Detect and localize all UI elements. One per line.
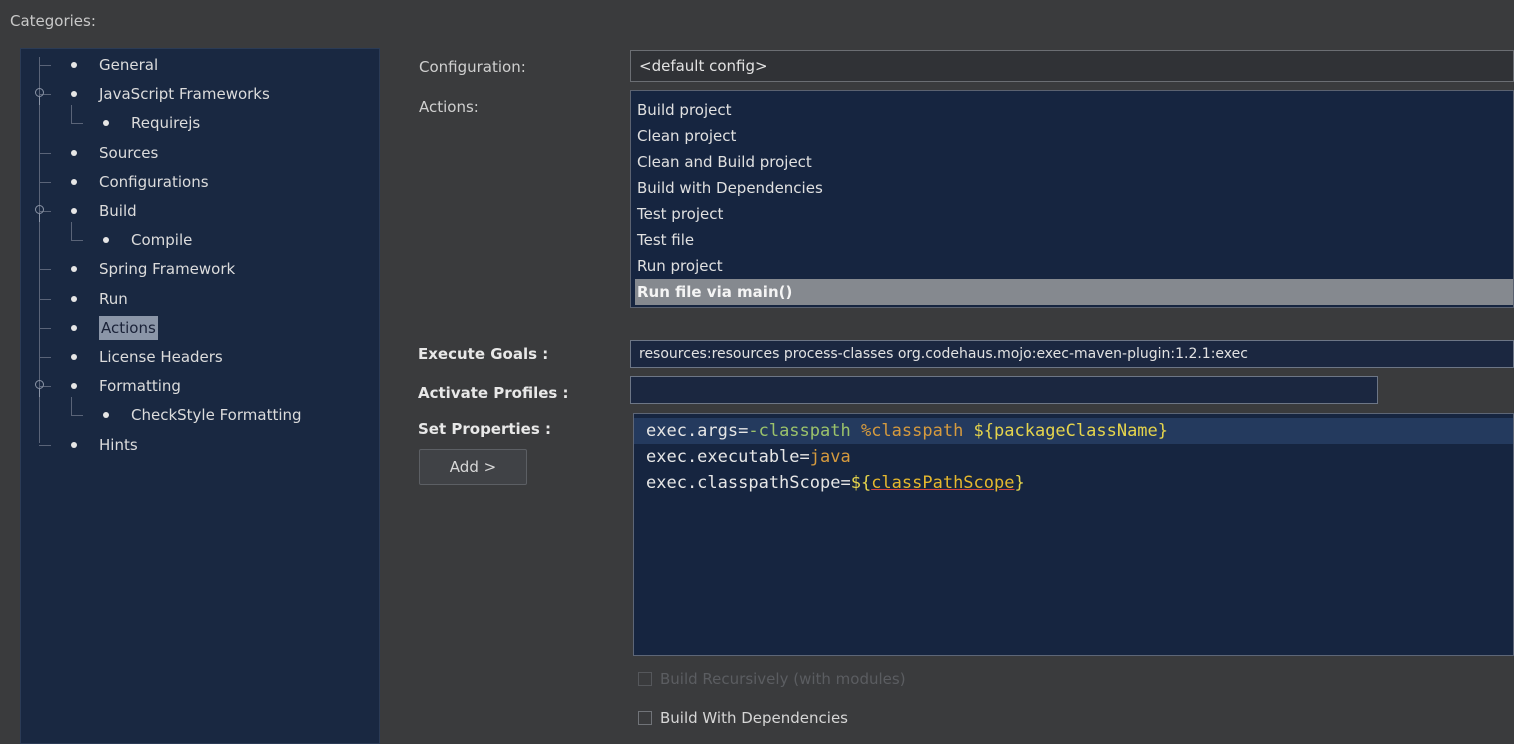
categories-label: Categories: [10,12,96,30]
bullet-icon [71,442,77,448]
tree-item-license-headers[interactable]: License Headers [21,345,379,369]
build-with-dependencies-checkbox-row[interactable]: Build With Dependencies [638,706,938,730]
tree-item-label: Hints [99,436,138,454]
bullet-icon [71,91,77,97]
build-recursively-checkbox-row: Build Recursively (with modules) [638,667,1038,691]
property-line[interactable]: exec.args=-classpath %classpath ${packag… [634,418,1513,444]
activate-profiles-input[interactable] [630,376,1378,404]
action-item[interactable]: Clean project [635,123,1513,149]
tree-branch-line [39,65,51,66]
action-item[interactable]: Run file via main() [635,279,1513,305]
tree-item-checkstyle-formatting[interactable]: CheckStyle Formatting [21,397,379,427]
tree-item-build[interactable]: Build [21,199,379,223]
tree-branch-line [39,328,51,329]
tree-item-label: Compile [131,231,193,249]
build-with-dependencies-label: Build With Dependencies [660,709,848,727]
tree-branch-line [71,397,72,415]
build-recursively-label: Build Recursively (with modules) [660,670,906,688]
tree-branch-line [39,153,51,154]
tree-item-spring-framework[interactable]: Spring Framework [21,257,379,281]
property-value: -classpath [748,421,861,441]
categories-tree[interactable]: General JavaScript Frameworks Requirejs Sou… [20,48,380,744]
tree-branch-line [71,415,83,416]
tree-item-label: Configurations [99,173,209,191]
bullet-icon [71,208,77,214]
property-value: ${ [850,473,872,493]
actions-list[interactable]: Build project Clean project Clean and Buil… [630,90,1514,308]
expand-toggle-icon[interactable] [35,88,44,105]
tree-item-compile[interactable]: Compile [21,222,379,252]
tree-branch-line [71,123,83,124]
tree-item-label: Formatting [99,377,181,395]
tree-branch-line [39,445,51,446]
property-key: exec.classpathScope= [646,473,851,493]
tree-branch-line [39,357,51,358]
configuration-label: Configuration: [419,58,526,76]
tree-item-label: Run [99,290,128,308]
action-item[interactable]: Test project [635,201,1513,227]
action-item[interactable]: Run project [635,253,1513,279]
expand-toggle-icon[interactable] [35,205,44,222]
bullet-icon [103,412,109,418]
tree-item-label: Build [99,202,137,220]
tree-item-label: Actions [99,316,158,340]
expand-toggle-icon[interactable] [35,380,44,397]
bullet-icon [71,62,77,68]
tree-item-label: Spring Framework [99,260,236,278]
tree-item-configurations[interactable]: Configurations [21,170,379,194]
action-item[interactable]: Clean and Build project [635,149,1513,175]
tree-item-javascript-frameworks[interactable]: JavaScript Frameworks [21,82,379,106]
build-recursively-checkbox [638,672,652,686]
tree-item-sources[interactable]: Sources [21,141,379,165]
tree-item-label: CheckStyle Formatting [131,406,302,424]
tree-branch-line [39,182,51,183]
property-value: classPathScope [871,473,1015,493]
tree-branch-line [71,222,72,240]
execute-goals-input[interactable]: resources:resources process-classes org.… [630,340,1514,368]
bullet-icon [103,120,109,126]
action-item[interactable]: Build project [635,97,1513,123]
set-properties-label: Set Properties : [418,420,552,438]
actions-label: Actions: [419,98,479,116]
tree-item-actions[interactable]: Actions [21,316,379,340]
configuration-combobox[interactable]: <default config> [630,50,1514,82]
properties-textarea[interactable]: exec.args=-classpath %classpath ${packag… [633,413,1514,656]
bullet-icon [71,354,77,360]
tree-item-label: License Headers [99,348,223,366]
execute-goals-label: Execute Goals : [418,345,549,363]
tree-branch-line [39,269,51,270]
tree-item-requirejs[interactable]: Requirejs [21,105,379,135]
build-with-dependencies-checkbox[interactable] [638,711,652,725]
tree-branch-line [71,105,72,123]
activate-profiles-label: Activate Profiles : [418,384,569,402]
tree-item-label: JavaScript Frameworks [99,85,270,103]
property-value: } [1014,473,1025,493]
tree-branch-line [71,240,83,241]
tree-item-label: Requirejs [131,114,201,132]
tree-item-run[interactable]: Run [21,287,379,311]
property-key: exec.executable= [646,447,810,467]
action-item[interactable]: Test file [635,227,1513,253]
property-value: %classpath [860,421,974,441]
property-key: exec.args= [646,421,749,441]
bullet-icon [71,325,77,331]
bullet-icon [71,150,77,156]
tree-item-general[interactable]: General [21,53,379,77]
bullet-icon [71,383,77,389]
property-value: ${packageClassName} [973,421,1169,441]
property-line[interactable]: exec.executable=java [634,444,1513,470]
action-item[interactable]: Build with Dependencies [635,175,1513,201]
bullet-icon [71,179,77,185]
property-line[interactable]: exec.classpathScope=${classPathScope} [634,470,1513,496]
bullet-icon [103,237,109,243]
tree-item-formatting[interactable]: Formatting [21,374,379,398]
property-value: java [809,447,851,467]
tree-item-label: Sources [99,144,159,162]
tree-item-hints[interactable]: Hints [21,433,379,457]
bullet-icon [71,296,77,302]
bullet-icon [71,266,77,272]
add-button[interactable]: Add > [419,449,527,485]
tree-item-label: General [99,56,159,74]
tree-branch-line [39,299,51,300]
